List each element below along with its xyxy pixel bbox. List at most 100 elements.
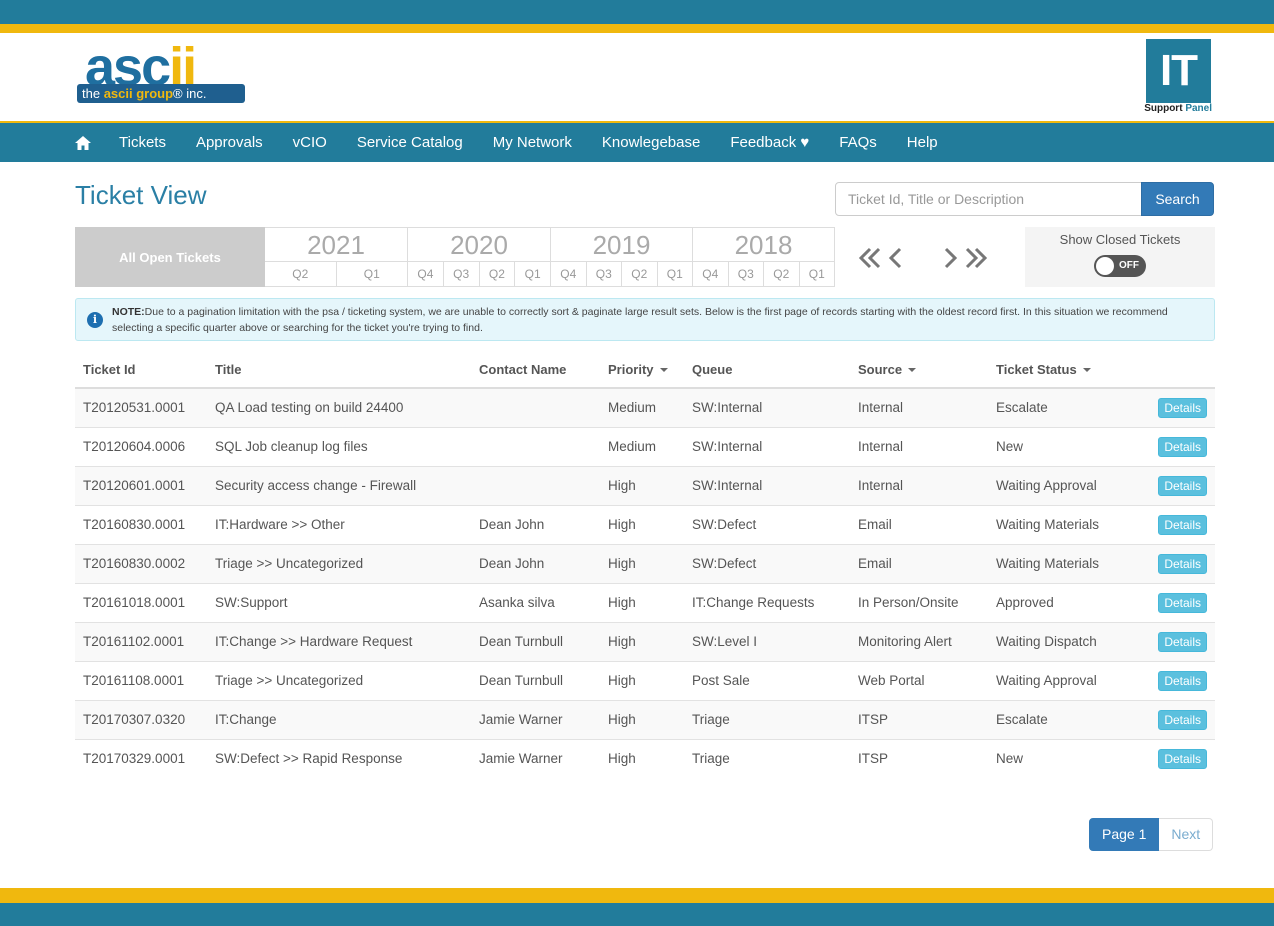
ticket-status-cell: New (988, 426, 1138, 466)
year-2018-button[interactable]: 2018 (693, 228, 834, 262)
period-navigation (858, 242, 998, 274)
quarter-2018-q2-button[interactable]: Q2 (763, 262, 799, 286)
details-button[interactable]: Details (1158, 631, 1207, 652)
next-page-button[interactable]: Next (1159, 818, 1214, 851)
contact-name-cell (471, 387, 600, 427)
source-cell: Internal (850, 426, 988, 466)
year-column-2020: 2020 Q4 Q3 Q2 Q1 (407, 228, 550, 286)
quarter-row-2021: Q2 Q1 (265, 262, 407, 286)
toggle-knob (1096, 257, 1114, 275)
home-icon[interactable] (75, 135, 91, 150)
page-1-button[interactable]: Page 1 (1089, 818, 1160, 851)
it-support-panel-caption: Support Panel (1144, 103, 1212, 114)
quarter-2020-q3-button[interactable]: Q3 (442, 262, 479, 286)
quarter-row-2020: Q4 Q3 Q2 Q1 (408, 262, 550, 286)
main-nav: Tickets Approvals vCIO Service Catalog My Ne… (0, 121, 1274, 162)
contact-name-cell (471, 426, 600, 466)
quarter-2019-q3-button[interactable]: Q3 (585, 262, 622, 286)
next-page-icon[interactable] (942, 242, 958, 274)
column-header-ticket-status[interactable]: Ticket Status (988, 351, 1138, 389)
table-row: T20170307.0320 IT:Change Jamie Warner High T… (75, 699, 1215, 739)
quarter-row-2019: Q4 Q3 Q2 Q1 (551, 262, 692, 286)
quarter-2021-q1-button[interactable]: Q1 (335, 262, 408, 286)
bottom-gold-bar (0, 888, 1274, 903)
details-cell: Details (1138, 621, 1215, 661)
source-cell: Internal (850, 465, 988, 505)
table-row: T20160830.0001 IT:Hardware >> Other Dean J… (75, 504, 1215, 544)
quarter-2018-q3-button[interactable]: Q3 (727, 262, 764, 286)
details-cell: Details (1138, 387, 1215, 427)
quarter-2018-q1-button[interactable]: Q1 (798, 262, 835, 286)
details-button[interactable]: Details (1158, 514, 1207, 535)
quarter-2019-q4-button[interactable]: Q4 (551, 262, 586, 286)
show-closed-toggle[interactable]: OFF (1094, 255, 1146, 277)
contact-name-cell: Dean John (471, 504, 600, 544)
ticket-title-cell: SQL Job cleanup log files (207, 426, 471, 466)
it-support-panel-logo: IT (1146, 39, 1211, 103)
quarter-2018-q4-button[interactable]: Q4 (693, 262, 728, 286)
nav-item-vcio[interactable]: vCIO (293, 134, 327, 151)
column-header-label: Priority (608, 361, 654, 377)
nav-item-approvals[interactable]: Approvals (196, 134, 263, 151)
toggle-state-label: OFF (1119, 260, 1139, 271)
ticket-status-cell: Waiting Approval (988, 660, 1138, 700)
year-2021-button[interactable]: 2021 (265, 228, 407, 262)
quarter-2021-q2-button[interactable]: Q2 (265, 262, 336, 286)
nav-item-my-network[interactable]: My Network (493, 134, 572, 151)
nav-item-tickets[interactable]: Tickets (119, 134, 166, 151)
quarter-2020-q2-button[interactable]: Q2 (478, 262, 515, 286)
first-page-icon[interactable] (858, 242, 882, 274)
nav-item-help[interactable]: Help (907, 134, 938, 151)
details-button[interactable]: Details (1158, 397, 1207, 418)
nav-item-knowlegebase[interactable]: Knowlegebase (602, 134, 700, 151)
ticket-id-cell: T20161102.0001 (75, 621, 207, 661)
queue-cell: SW:Internal (684, 426, 850, 466)
ticket-id-cell: T20161018.0001 (75, 582, 207, 622)
queue-cell: Post Sale (684, 660, 850, 700)
queue-cell: IT:Change Requests (684, 582, 850, 622)
column-header-label: Queue (692, 361, 733, 377)
details-button[interactable]: Details (1158, 748, 1207, 769)
year-2019-button[interactable]: 2019 (551, 228, 692, 262)
queue-cell: SW:Internal (684, 465, 850, 505)
nav-item-feedback[interactable]: Feedback ♥ (730, 134, 809, 151)
priority-cell: Medium (600, 387, 684, 427)
ticket-id-cell: T20170307.0320 (75, 699, 207, 739)
ticket-title-cell: QA Load testing on build 24400 (207, 387, 471, 427)
ticket-id-cell: T20170329.0001 (75, 738, 207, 778)
column-header-label: Title (215, 361, 242, 377)
nav-item-service-catalog[interactable]: Service Catalog (357, 134, 463, 151)
search-button[interactable]: Search (1141, 182, 1214, 216)
ticket-status-cell: Waiting Dispatch (988, 621, 1138, 661)
quarter-2019-q1-button[interactable]: Q1 (656, 262, 693, 286)
top-teal-bar (0, 0, 1274, 24)
column-header-source[interactable]: Source (850, 351, 988, 389)
ticket-search-input[interactable] (835, 182, 1142, 216)
quarter-2019-q2-button[interactable]: Q2 (621, 262, 657, 286)
details-button[interactable]: Details (1158, 436, 1207, 457)
previous-page-icon[interactable] (888, 242, 904, 274)
details-button[interactable]: Details (1158, 475, 1207, 496)
quarter-2020-q4-button[interactable]: Q4 (408, 262, 443, 286)
nav-item-faqs[interactable]: FAQs (839, 134, 877, 151)
source-cell: Email (850, 543, 988, 583)
details-button[interactable]: Details (1158, 709, 1207, 730)
details-cell: Details (1138, 699, 1215, 739)
last-page-icon[interactable] (964, 242, 988, 274)
ascii-group-logo[interactable]: ascii the ascii group® inc. (77, 40, 245, 104)
details-cell: Details (1138, 426, 1215, 466)
details-button[interactable]: Details (1158, 553, 1207, 574)
year-2020-button[interactable]: 2020 (408, 228, 550, 262)
contact-name-cell: Dean Turnbull (471, 621, 600, 661)
quarter-2020-q1-button[interactable]: Q1 (514, 262, 550, 286)
sort-caret-icon (659, 368, 668, 373)
ticket-status-cell: Waiting Materials (988, 504, 1138, 544)
contact-name-cell: Asanka silva (471, 582, 600, 622)
details-button[interactable]: Details (1158, 592, 1207, 613)
logo-strip: the ascii group® inc. (77, 84, 245, 103)
ticket-title-cell: Triage >> Uncategorized (207, 660, 471, 700)
column-header-priority[interactable]: Priority (600, 351, 684, 389)
all-open-tickets-button[interactable]: All Open Tickets (75, 227, 265, 287)
ticket-title-cell: SW:Defect >> Rapid Response (207, 738, 471, 778)
details-button[interactable]: Details (1158, 670, 1207, 691)
